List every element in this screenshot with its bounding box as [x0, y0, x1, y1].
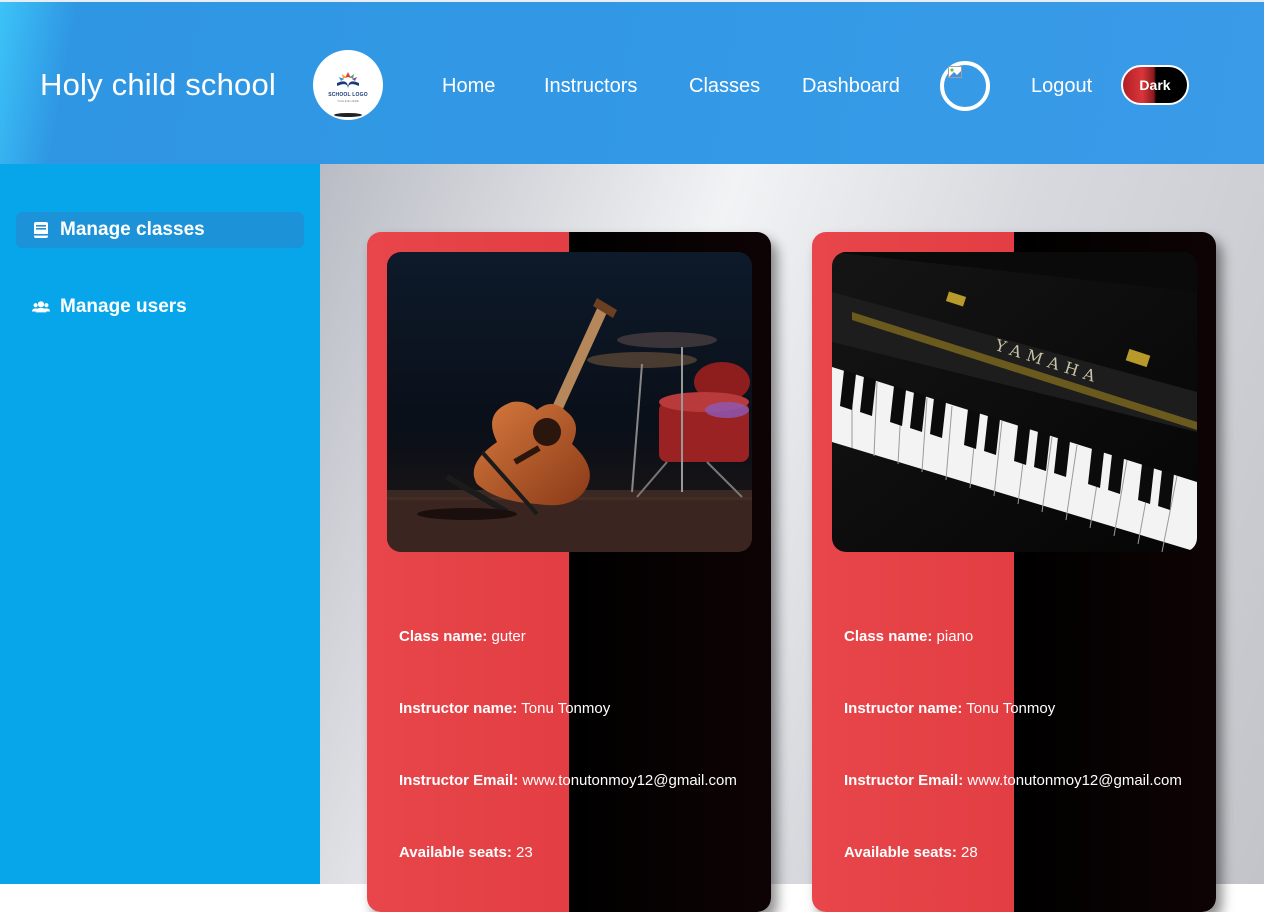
- instructor-email-label: Instructor Email:: [399, 772, 519, 789]
- available-seats-line: Available seats: 23: [399, 844, 533, 861]
- sidebar-item-manage-users[interactable]: Manage users: [16, 289, 304, 325]
- instructor-email-line: Instructor Email: www.tonutonmoy12@gmail…: [844, 772, 1182, 789]
- available-seats-value: 28: [961, 844, 978, 861]
- users-icon: [32, 301, 50, 313]
- class-name-label: Class name:: [844, 628, 933, 645]
- dashboard-sidebar: Manage classes Manage users: [0, 164, 320, 884]
- site-title[interactable]: Holy child school: [40, 67, 276, 103]
- class-name-label: Class name:: [399, 628, 488, 645]
- instructor-email-label: Instructor Email:: [844, 772, 964, 789]
- school-logo-icon: [337, 71, 359, 89]
- nav-home[interactable]: Home: [442, 75, 495, 98]
- broken-image-icon: [948, 66, 962, 78]
- top-navbar: Holy child school SCHOOL LOGO TAGLINE HE…: [0, 0, 1264, 164]
- guitar-photo-icon: [387, 252, 752, 552]
- instructor-name-label: Instructor name:: [399, 700, 518, 717]
- instructor-name-value: Tonu Tonmoy: [966, 700, 1056, 717]
- logo-subtext: TAGLINE HERE: [337, 98, 359, 103]
- available-seats-line: Available seats: 28: [844, 844, 978, 861]
- instructor-email-line: Instructor Email: www.tonutonmoy12@gmail…: [399, 772, 737, 789]
- instructor-name-line: Instructor name: Tonu Tonmoy: [844, 700, 1055, 717]
- logo-text: SCHOOL LOGO: [328, 91, 368, 98]
- class-image-piano: YAMAHA: [832, 252, 1197, 552]
- piano-photo-icon: YAMAHA: [832, 252, 1197, 552]
- class-name-line: Class name: guter: [399, 628, 526, 645]
- nav-dashboard[interactable]: Dashboard: [802, 75, 900, 98]
- instructor-name-line: Instructor name: Tonu Tonmoy: [399, 700, 610, 717]
- sidebar-item-manage-classes[interactable]: Manage classes: [16, 212, 304, 248]
- user-avatar[interactable]: [940, 61, 990, 111]
- nav-classes[interactable]: Classes: [689, 75, 760, 98]
- instructor-name-value: Tonu Tonmoy: [521, 700, 611, 717]
- class-name-line: Class name: piano: [844, 628, 973, 645]
- instructor-email-value: www.tonutonmoy12@gmail.com: [522, 772, 737, 789]
- available-seats-label: Available seats:: [399, 844, 512, 861]
- main-content: Class name: guter Instructor name: Tonu …: [320, 164, 1264, 912]
- sidebar-item-label: Manage classes: [60, 219, 205, 240]
- theme-toggle[interactable]: Dark: [1121, 65, 1189, 105]
- nav-instructors[interactable]: Instructors: [544, 75, 637, 98]
- logo-shadow: [334, 113, 362, 117]
- class-name-value: guter: [491, 628, 526, 645]
- theme-toggle-label: Dark: [1139, 77, 1171, 93]
- logout-link[interactable]: Logout: [1031, 75, 1092, 98]
- available-seats-value: 23: [516, 844, 533, 861]
- sidebar-item-label: Manage users: [60, 296, 187, 317]
- class-name-value: piano: [936, 628, 974, 645]
- book-icon: [34, 222, 48, 238]
- available-seats-label: Available seats:: [844, 844, 957, 861]
- class-card: Class name: guter Instructor name: Tonu …: [367, 232, 771, 912]
- instructor-name-label: Instructor name:: [844, 700, 963, 717]
- class-card: YAMAHA Class name: piano Instructor name…: [812, 232, 1216, 912]
- school-logo[interactable]: SCHOOL LOGO TAGLINE HERE: [313, 50, 383, 120]
- instructor-email-value: www.tonutonmoy12@gmail.com: [967, 772, 1182, 789]
- class-image-guitar: [387, 252, 752, 552]
